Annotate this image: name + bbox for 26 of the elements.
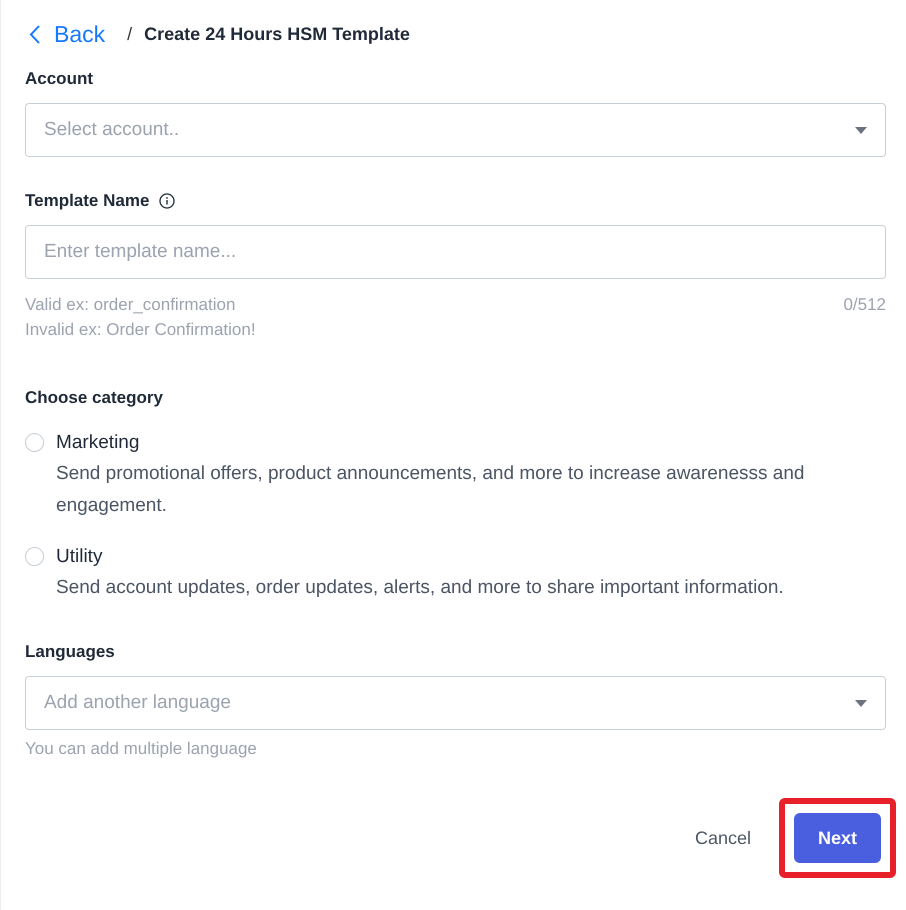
page-title: Create 24 Hours HSM Template — [144, 24, 410, 44]
hint-text: Valid ex: order_confirmation — [25, 294, 236, 316]
chevron-left-icon — [29, 24, 40, 44]
template-name-input[interactable]: Enter template name... — [25, 225, 886, 279]
character-counter: 0/512 — [843, 294, 886, 316]
hint-text: You can add multiple language — [25, 738, 257, 760]
dropdown-caret-icon — [855, 700, 867, 706]
info-icon[interactable] — [159, 193, 176, 209]
radio-button[interactable] — [25, 547, 44, 566]
account-select[interactable]: Select account.. — [25, 103, 886, 157]
breadcrumb-separator: / — [127, 24, 132, 44]
cancel-button[interactable]: Cancel — [692, 813, 753, 863]
radio-button[interactable] — [25, 433, 44, 452]
field-label: Template Name — [25, 191, 150, 211]
option-label: Utility — [56, 545, 104, 569]
option-label: Marketing — [56, 431, 140, 455]
dropdown-caret-icon — [855, 126, 867, 134]
hint-text: Invalid ex: Order Confirmation! — [25, 319, 256, 341]
field-label: Languages — [25, 642, 115, 662]
field-label: Account — [25, 69, 93, 89]
language-select[interactable]: Add another language — [25, 676, 886, 730]
next-button[interactable]: Next — [794, 813, 881, 863]
field-label: Choose category — [25, 388, 163, 408]
option-description: Send promotional offers, product announcements, and more to increase awarenesss and engagement. — [56, 462, 806, 518]
option-description: Send account updates, order updates, alerts, and more to share important information. — [56, 576, 784, 600]
back-link[interactable]: Back — [25, 20, 106, 48]
